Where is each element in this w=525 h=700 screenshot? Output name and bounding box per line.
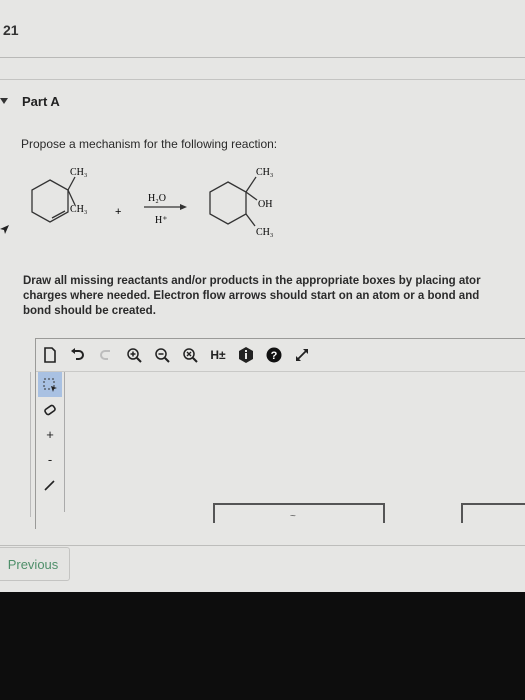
- reactant-cyclohexene: [31, 179, 69, 223]
- part-title[interactable]: Part A: [22, 94, 60, 109]
- question-prompt: Propose a mechanism for the following re…: [21, 137, 278, 151]
- reactant-methyl-1: CH₃: [70, 167, 87, 178]
- fullscreen-icon[interactable]: [288, 343, 316, 367]
- instructions-line: charges where needed. Electron flow arro…: [23, 290, 480, 302]
- bond: [67, 189, 76, 206]
- editor-sidebar: + -: [38, 372, 65, 512]
- divider: [0, 545, 525, 546]
- positive-charge-icon[interactable]: +: [38, 422, 62, 447]
- help-icon[interactable]: ?: [260, 343, 288, 367]
- sidebar-edge: [30, 372, 31, 517]
- question-number: 21: [3, 22, 19, 38]
- plus-sign: +: [115, 206, 121, 218]
- reaction-scheme: CH₃ CH₃ + H₂O H⁺ CH₃ OH CH₃: [31, 167, 273, 238]
- eraser-tool-icon[interactable]: [38, 397, 62, 422]
- new-document-icon[interactable]: [36, 343, 64, 367]
- reagent-acid: H⁺: [155, 215, 168, 226]
- zoom-out-icon[interactable]: [148, 343, 176, 367]
- info-icon[interactable]: [232, 343, 260, 367]
- zoom-in-icon[interactable]: [120, 343, 148, 367]
- instructions-line: bond should be created.: [23, 305, 156, 317]
- bond-tool-icon[interactable]: [38, 472, 62, 497]
- editor-toolbar: H± ?: [36, 342, 525, 368]
- bond: [67, 176, 76, 191]
- screen-bezel: [0, 592, 525, 700]
- reagent-water: H₂O: [148, 193, 166, 204]
- hydrogen-toggle-icon[interactable]: H±: [204, 343, 232, 367]
- redo-icon[interactable]: [92, 343, 120, 367]
- arrowhead: [180, 204, 187, 210]
- selection-tool-icon[interactable]: [38, 372, 62, 397]
- negative-charge-icon[interactable]: -: [38, 447, 62, 472]
- product-methyl-1: CH₃: [256, 167, 273, 178]
- collapse-caret-icon[interactable]: [0, 98, 8, 104]
- product-drop-box[interactable]: [461, 503, 525, 523]
- reactant-drop-box[interactable]: [213, 503, 385, 523]
- svg-text:?: ?: [271, 350, 278, 362]
- undo-icon[interactable]: [64, 343, 92, 367]
- previous-button[interactable]: Previous: [0, 547, 70, 581]
- product-methyl-2: CH₃: [256, 227, 273, 238]
- product-cyclohexane: [209, 181, 247, 225]
- reactant-methyl-2: CH₃: [70, 204, 87, 215]
- zoom-reset-icon[interactable]: [176, 343, 204, 367]
- divider: [0, 79, 525, 80]
- mouse-cursor-icon: [0, 222, 10, 240]
- instructions: Draw all missing reactants and/or produc…: [23, 274, 525, 319]
- box-label: ~: [290, 511, 296, 522]
- toolbar-divider: [36, 371, 525, 372]
- instructions-line: Draw all missing reactants and/or produc…: [23, 275, 481, 287]
- product-hydroxyl: OH: [258, 199, 272, 210]
- divider: [0, 57, 525, 58]
